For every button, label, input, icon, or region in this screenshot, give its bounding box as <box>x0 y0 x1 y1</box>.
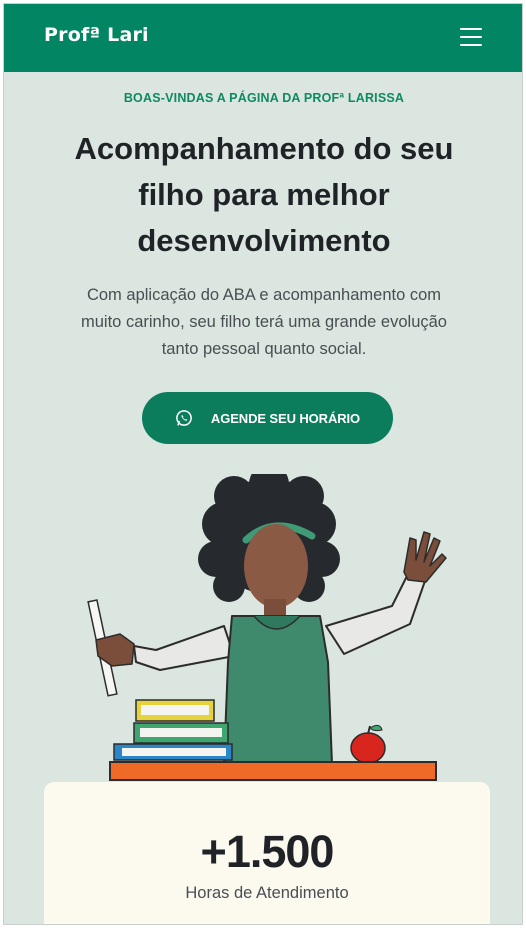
desk <box>109 761 437 781</box>
hero-subtitle: Com aplicação do ABA e acompanhamento co… <box>54 282 474 363</box>
stat-label: Horas de Atendimento <box>185 884 349 902</box>
schedule-button-label: AGENDE SEU HORÁRIO <box>210 410 361 426</box>
teacher-face <box>244 524 308 608</box>
hero-headline: Acompanhamento do seu filho para melhor … <box>44 126 484 264</box>
top-nav-bar: Profª Lari <box>4 4 522 72</box>
subtitle-line: Com aplicação do ABA e acompanhamento co… <box>86 286 442 304</box>
headline-line: desenvolvimento <box>137 223 391 258</box>
whatsapp-icon <box>176 410 192 426</box>
teacher-illustration <box>87 474 447 781</box>
page: Profª Lari BOAS-VINDAS A PÁGINA DA PROFª… <box>3 3 523 925</box>
headline-line: Acompanhamento do seu <box>74 131 454 166</box>
site-logo[interactable]: Profª Lari <box>44 24 149 46</box>
subtitle-line: muito carinho, seu filho terá uma grande… <box>81 313 447 331</box>
hamburger-menu-icon[interactable] <box>456 24 486 50</box>
menu-line <box>460 28 482 30</box>
hero-eyebrow: BOAS-VINDAS A PÁGINA DA PROFª LARISSA <box>123 91 405 105</box>
subtitle-line: tanto pessoal quanto social. <box>161 340 367 358</box>
apple-icon <box>350 724 386 764</box>
headline-line: filho para melhor <box>138 177 390 212</box>
books-stack-icon <box>113 699 233 761</box>
menu-line <box>460 44 482 46</box>
stat-value: +1.500 <box>200 826 335 877</box>
stats-card: +1.500 Horas de Atendimento <box>44 782 490 924</box>
teacher-dress <box>223 615 333 765</box>
menu-line <box>460 36 482 38</box>
schedule-button[interactable]: AGENDE SEU HORÁRIO <box>142 392 393 444</box>
